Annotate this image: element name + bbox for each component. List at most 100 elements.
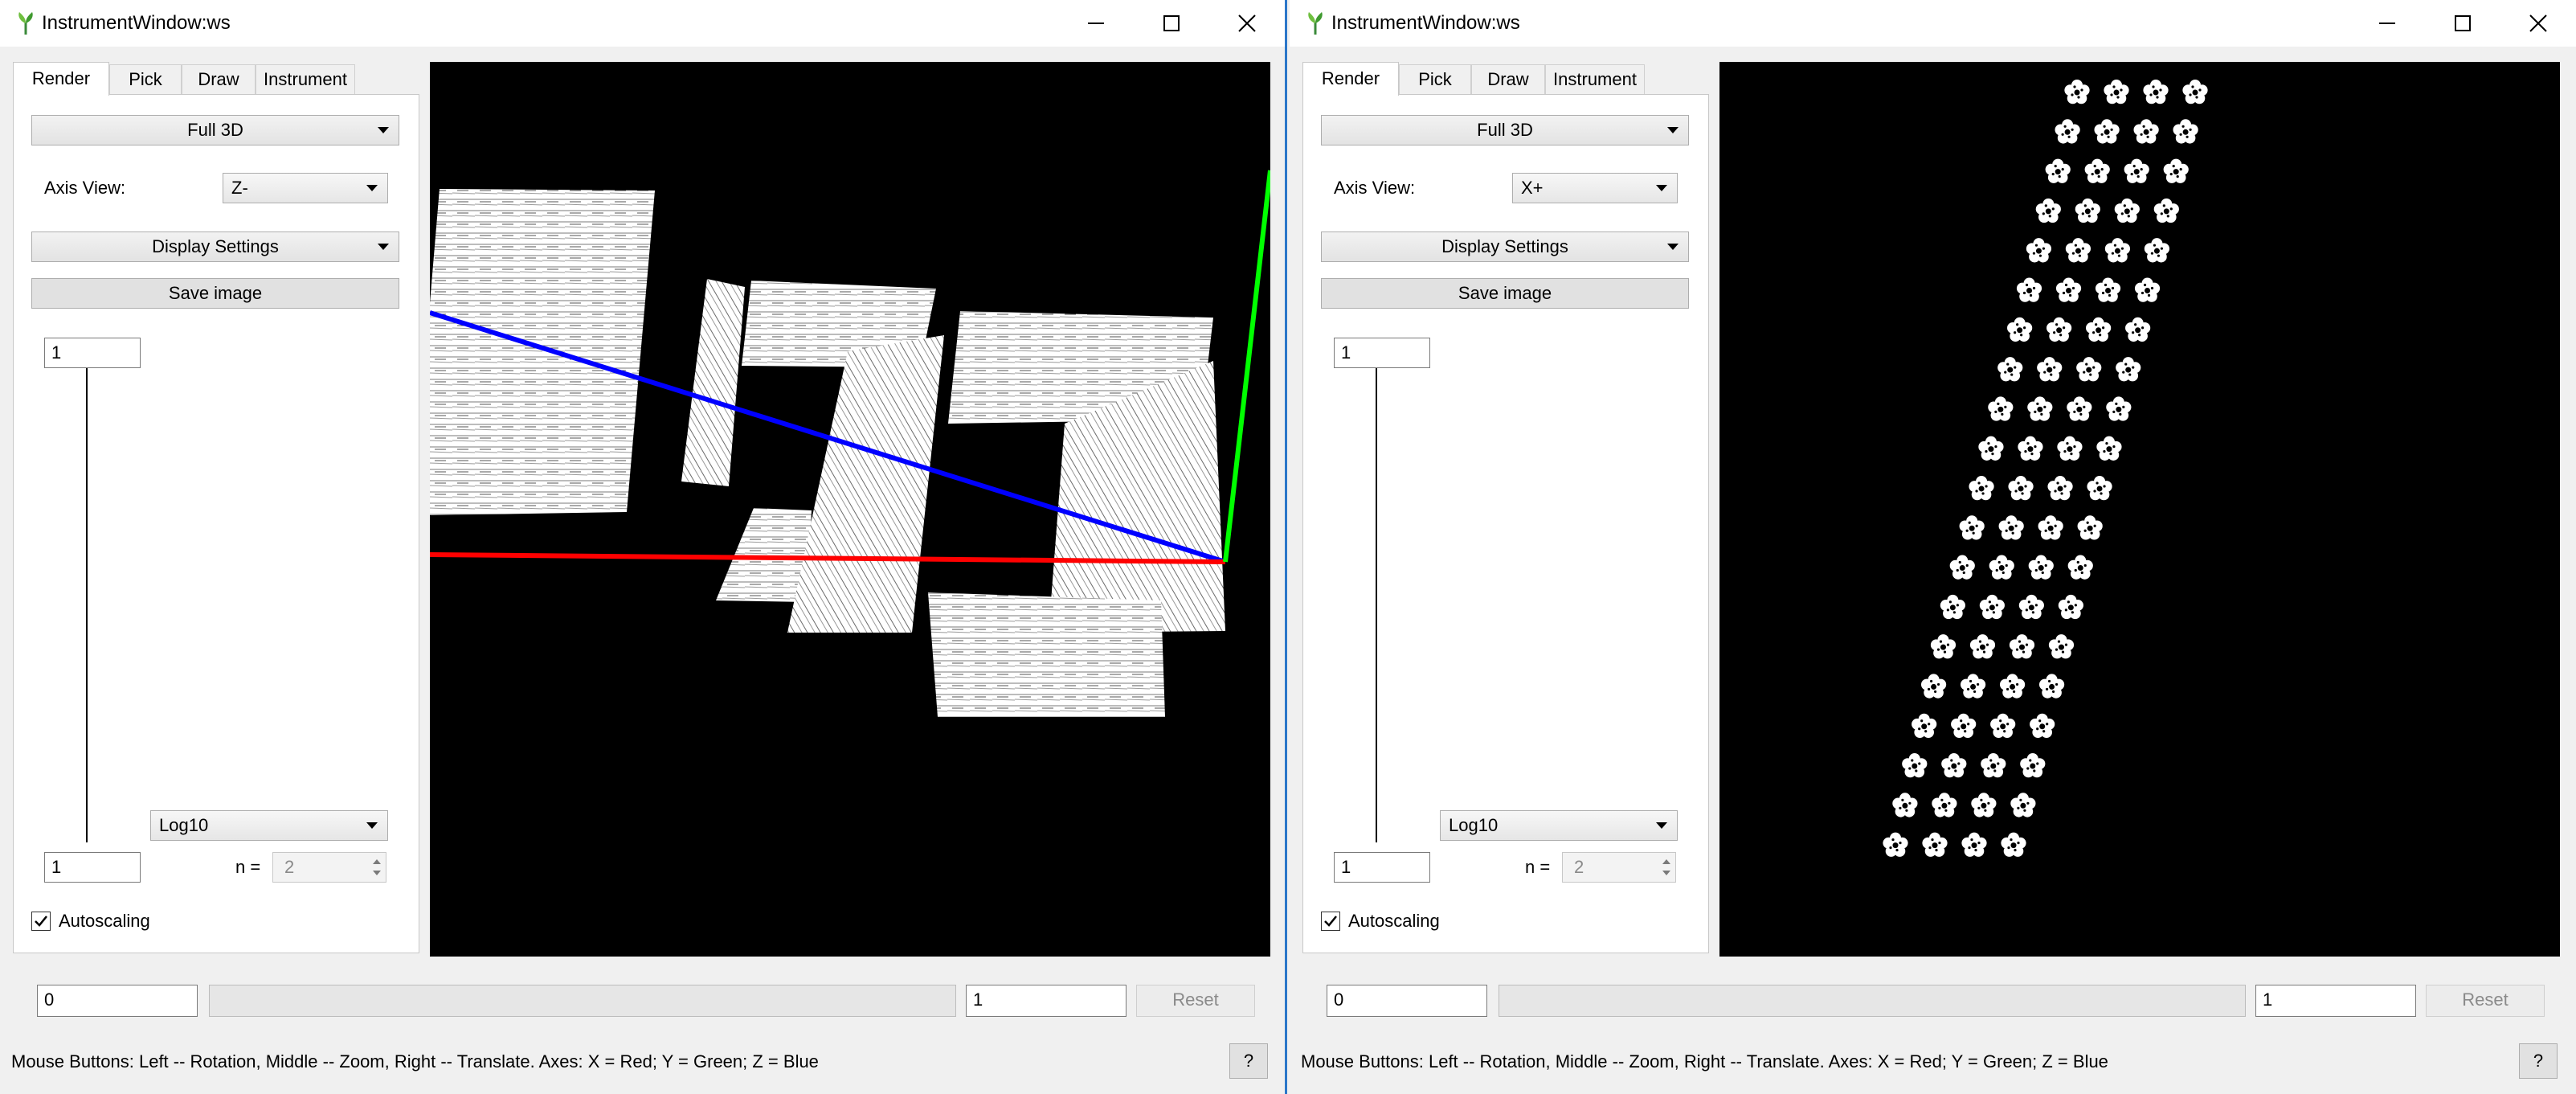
detector-pack[interactable]	[1981, 753, 2006, 778]
detector-pack[interactable]	[2026, 238, 2052, 263]
title-bar[interactable]: InstrumentWindow:ws	[1290, 0, 2576, 47]
maximize-button[interactable]	[1134, 0, 1209, 47]
detector-pack[interactable]	[2048, 634, 2075, 659]
detector-bank[interactable]	[681, 279, 745, 486]
reset-button[interactable]: Reset	[2426, 985, 2545, 1017]
range-min-input[interactable]: 0	[1327, 985, 1487, 1017]
range-slider[interactable]	[1499, 985, 2246, 1017]
3d-viewport[interactable]	[430, 62, 1270, 957]
detector-pack[interactable]	[2035, 198, 2061, 223]
autoscaling-checkbox[interactable]	[31, 912, 51, 931]
help-button[interactable]: ?	[2519, 1043, 2558, 1079]
detector-pack[interactable]	[2173, 119, 2198, 144]
detector-pack[interactable]	[2084, 158, 2110, 183]
detector-pack[interactable]	[2106, 396, 2132, 421]
display-settings-button[interactable]: Display Settings	[31, 232, 399, 262]
detector-pack[interactable]	[2038, 674, 2065, 699]
detector-pack[interactable]	[2038, 515, 2063, 540]
detector-pack[interactable]	[2104, 238, 2131, 263]
tab-instrument[interactable]: Instrument	[1545, 64, 1645, 95]
detector-pack[interactable]	[1922, 832, 1948, 857]
detector-pack[interactable]	[2077, 515, 2103, 540]
detector-pack[interactable]	[2095, 277, 2121, 302]
detector-pack[interactable]	[2065, 238, 2091, 263]
tab-pick[interactable]: Pick	[109, 64, 182, 95]
detector-pack[interactable]	[1997, 357, 2023, 382]
detector-pack[interactable]	[2144, 238, 2170, 263]
display-settings-button[interactable]: Display Settings	[1321, 232, 1689, 262]
detector-pack[interactable]	[1959, 515, 1985, 540]
detector-pack[interactable]	[2104, 80, 2129, 104]
save-image-button[interactable]: Save image	[1321, 278, 1689, 309]
range-min-input[interactable]: 0	[37, 985, 198, 1017]
detector-pack[interactable]	[2047, 475, 2073, 501]
detector-bank[interactable]	[928, 592, 1165, 717]
detector-pack[interactable]	[1949, 555, 1975, 580]
range-max-input[interactable]: 1	[966, 985, 1126, 1017]
detector-bank[interactable]	[787, 335, 944, 633]
spin-down-icon[interactable]	[1662, 871, 1670, 875]
detector-pack[interactable]	[1961, 832, 1987, 857]
detector-pack[interactable]	[1912, 713, 1937, 739]
detector-pack[interactable]	[2114, 198, 2140, 223]
close-button[interactable]	[1209, 0, 1285, 47]
colormap-min-input[interactable]: 1	[44, 852, 141, 883]
tab-instrument[interactable]: Instrument	[256, 64, 355, 95]
detector-pack[interactable]	[1960, 674, 1986, 699]
save-image-button[interactable]: Save image	[31, 278, 399, 309]
detector-pack[interactable]	[2064, 80, 2090, 104]
detector-pack[interactable]	[2045, 158, 2071, 183]
tab-draw[interactable]: Draw	[1471, 64, 1545, 95]
detector-pack[interactable]	[2009, 634, 2035, 659]
detector-pack[interactable]	[1902, 753, 1928, 778]
spin-down-icon[interactable]	[373, 871, 381, 875]
tab-render[interactable]: Render	[13, 62, 109, 96]
detector-pack[interactable]	[1941, 753, 1967, 778]
minimize-button[interactable]	[2349, 0, 2425, 47]
detector-pack[interactable]	[2008, 475, 2034, 501]
detector-pack[interactable]	[1969, 634, 1996, 659]
reset-button[interactable]: Reset	[1136, 985, 1255, 1017]
render-mode-select[interactable]: Full 3D	[1321, 115, 1689, 145]
detector-pack[interactable]	[2030, 713, 2055, 739]
scale-type-select[interactable]: Log10	[150, 810, 388, 841]
autoscaling-checkbox[interactable]	[1321, 912, 1340, 931]
detector-pack[interactable]	[2007, 317, 2033, 342]
detector-pack[interactable]	[2124, 158, 2149, 183]
detector-pack[interactable]	[2163, 158, 2189, 183]
title-bar[interactable]: InstrumentWindow:ws	[0, 0, 1285, 47]
detector-pack[interactable]	[2058, 594, 2083, 620]
detector-pack[interactable]	[1978, 436, 2004, 461]
spin-up-icon[interactable]	[1662, 859, 1670, 864]
detector-pack[interactable]	[2153, 198, 2179, 223]
n-spinbox[interactable]: 2	[1562, 852, 1676, 883]
detector-pack[interactable]	[1971, 793, 1997, 817]
detector-pack[interactable]	[2125, 317, 2151, 342]
colormap-max-input[interactable]: 1	[44, 338, 141, 368]
detector-pack[interactable]	[2134, 277, 2161, 302]
detector-pack[interactable]	[1998, 515, 2024, 540]
detector-pack[interactable]	[2057, 436, 2083, 461]
n-spinbox[interactable]: 2	[272, 852, 386, 883]
axis-view-select[interactable]: Z-	[223, 173, 388, 203]
range-max-input[interactable]: 1	[2255, 985, 2416, 1017]
spin-up-icon[interactable]	[373, 859, 381, 864]
detector-pack[interactable]	[2018, 436, 2043, 461]
detector-pack[interactable]	[1920, 674, 1947, 699]
axis-view-select[interactable]: X+	[1512, 173, 1678, 203]
detector-pack[interactable]	[2046, 317, 2072, 342]
detector-pack[interactable]	[1989, 555, 2014, 580]
detector-pack[interactable]	[2075, 198, 2100, 223]
detector-pack[interactable]	[1883, 832, 1908, 857]
detector-pack[interactable]	[2182, 80, 2208, 104]
detector-pack[interactable]	[2076, 357, 2102, 382]
colormap-min-input[interactable]: 1	[1334, 852, 1430, 883]
detector-pack[interactable]	[2094, 119, 2120, 144]
detector-pack[interactable]	[2055, 277, 2082, 302]
detector-pack[interactable]	[1990, 713, 2016, 739]
detector-pack[interactable]	[1930, 634, 1957, 659]
detector-pack[interactable]	[2001, 832, 2026, 857]
detector-pack[interactable]	[1951, 713, 1977, 739]
range-slider[interactable]	[209, 985, 956, 1017]
tab-draw[interactable]: Draw	[182, 64, 256, 95]
